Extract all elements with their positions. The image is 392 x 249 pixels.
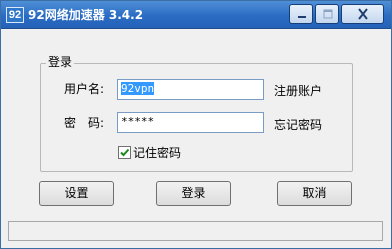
remember-password-checkbox[interactable]: [118, 146, 131, 159]
username-value: 92vpn: [121, 82, 155, 95]
password-value: *****: [121, 115, 155, 128]
register-account-link[interactable]: 注册账户: [274, 83, 322, 99]
remember-password-label[interactable]: 记住密码: [133, 145, 181, 161]
cancel-button[interactable]: 取消: [277, 181, 352, 206]
minimize-icon: [298, 16, 306, 18]
username-label: 用户名:: [64, 82, 105, 96]
login-window: 92 92网络加速器 3.4.2 登录 用户名: 92vpn 注册账户 密 码:…: [0, 0, 392, 249]
username-field[interactable]: 92vpn: [117, 79, 264, 100]
password-label: 密 码:: [64, 116, 105, 130]
close-icon: [358, 8, 368, 20]
status-bar: [8, 221, 383, 241]
minimize-button[interactable]: [289, 4, 313, 24]
forgot-password-link[interactable]: 忘记密码: [274, 117, 322, 133]
maximize-icon: [323, 9, 333, 19]
window-title: 92网络加速器 3.4.2: [28, 8, 144, 22]
checkmark-icon: [120, 148, 130, 157]
maximize-button[interactable]: [315, 4, 339, 24]
settings-button[interactable]: 设置: [39, 181, 114, 206]
login-group-title: 登录: [46, 54, 75, 70]
login-button[interactable]: 登录: [156, 181, 231, 206]
password-field[interactable]: *****: [117, 112, 264, 133]
title-bar[interactable]: 92 92网络加速器 3.4.2: [1, 1, 391, 29]
app-logo-icon: 92: [6, 7, 24, 23]
close-button[interactable]: [341, 4, 384, 24]
